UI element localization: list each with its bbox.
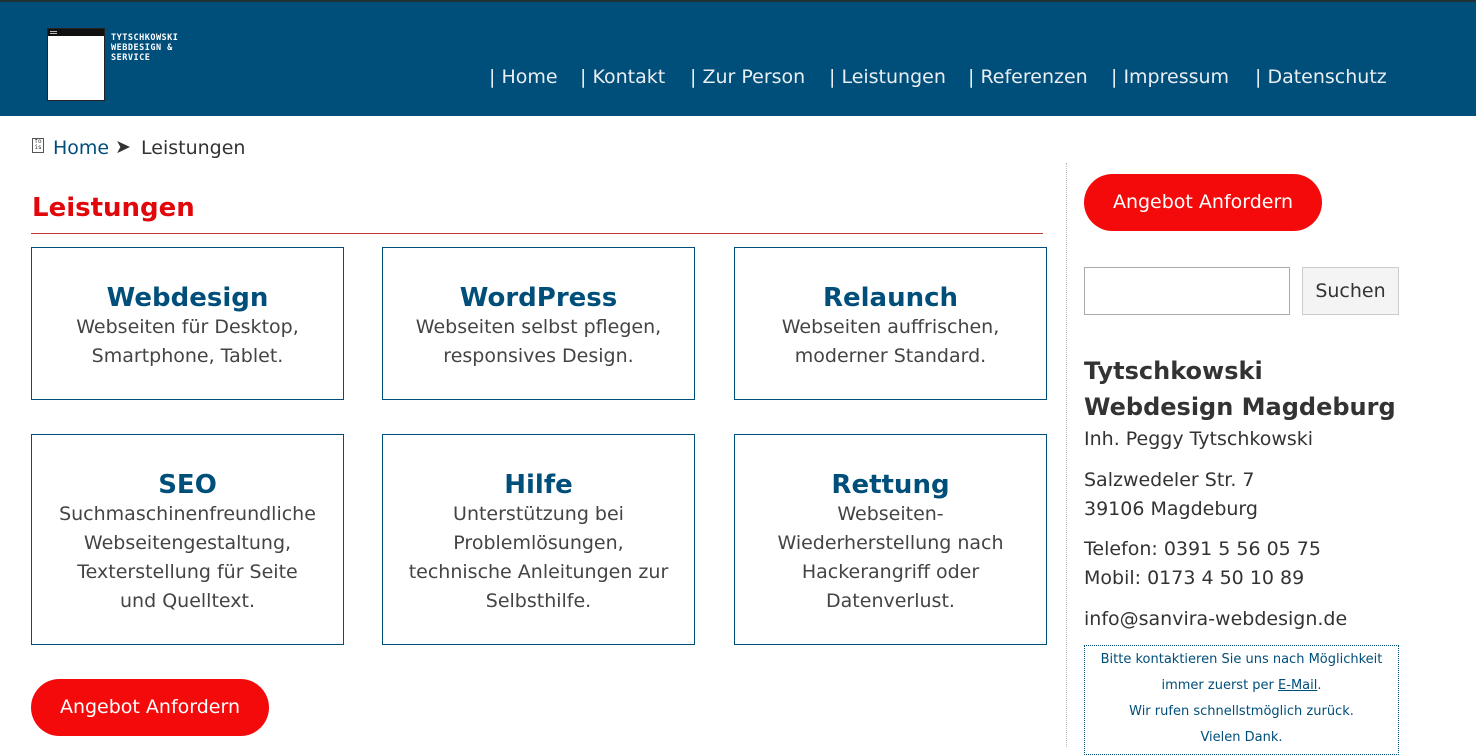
card-line: Selbsthilfe. — [485, 590, 592, 612]
logo-text[interactable]: TYTSCHKOWSKI WEBDESIGN & SERVICE — [111, 33, 178, 63]
card-line: Datenverlust. — [826, 590, 955, 612]
service-card-wordpress[interactable]: WordPress Webseiten selbst pflegen, resp… — [382, 247, 695, 400]
email-link[interactable]: E-Mail — [1278, 678, 1317, 693]
nav-item-impressum[interactable]: | Impressum — [1111, 66, 1229, 88]
company-name: Tytschkowski Webdesign Magdeburg — [1084, 353, 1396, 425]
mobile-number: Mobil: 0173 4 50 10 89 — [1084, 567, 1305, 589]
phone-number: Telefon: 0391 5 56 05 75 — [1084, 538, 1321, 560]
card-title[interactable]: WordPress — [383, 283, 694, 313]
card-line: Wiederherstellung nach — [777, 532, 1004, 554]
request-offer-button[interactable]: Angebot Anfordern — [31, 679, 269, 736]
card-line: technische Anleitungen zur — [408, 561, 669, 583]
address-city: 39106 Magdeburg — [1084, 498, 1258, 520]
breadcrumb-home-link[interactable]: Home — [53, 137, 109, 159]
card-line: Unterstützung bei — [453, 503, 624, 525]
card-title[interactable]: Hilfe — [383, 470, 694, 500]
card-title[interactable]: Webdesign — [32, 283, 343, 313]
service-card-rettung[interactable]: Rettung Webseiten- Wiederherstellung nac… — [734, 434, 1047, 645]
service-card-relaunch[interactable]: Relaunch Webseiten auffrischen, moderner… — [734, 247, 1047, 400]
nav-item-referenzen[interactable]: | Referenzen — [968, 66, 1088, 88]
title-divider — [31, 233, 1043, 234]
note-line: Wir rufen schnellstmöglich zurück. — [1129, 704, 1354, 719]
card-title[interactable]: SEO — [32, 470, 343, 500]
card-line: moderner Standard. — [794, 345, 987, 367]
owner-name: Inh. Peggy Tytschkowski — [1084, 428, 1314, 450]
nav-item-leistungen[interactable]: | Leistungen — [829, 66, 946, 88]
card-line: Suchmaschinenfreundliche — [59, 503, 316, 525]
email-address[interactable]: info@sanvira-webdesign.de — [1084, 605, 1347, 634]
search-input[interactable] — [1084, 267, 1290, 315]
breadcrumb-current: Leistungen — [141, 137, 246, 159]
nav-item-datenschutz[interactable]: | Datenschutz — [1255, 66, 1387, 88]
breadcrumb-home-icon: fo is — [32, 138, 44, 153]
card-line: Problemlösungen, — [453, 532, 624, 554]
note-text: immer zuerst per — [1161, 678, 1279, 693]
card-line: Smartphone, Tablet. — [91, 345, 284, 367]
site-header: TYTSCHKOWSKI WEBDESIGN & SERVICE | Home … — [0, 0, 1476, 116]
sidebar-divider — [1066, 163, 1067, 747]
nav-item-kontakt[interactable]: | Kontakt — [580, 66, 665, 88]
note-line: immer zuerst per E-Mail. — [1085, 673, 1398, 699]
card-line: Webseiten selbst pflegen, — [415, 316, 662, 338]
search-button[interactable]: Suchen — [1302, 267, 1399, 315]
contact-note: Bitte kontaktieren Sie uns nach Möglichk… — [1084, 645, 1399, 755]
card-line: Webseitengestaltung, — [83, 532, 292, 554]
logo-line: WEBDESIGN & — [111, 43, 173, 53]
note-line: Bitte kontaktieren Sie uns nach Möglichk… — [1100, 652, 1383, 667]
breadcrumb-separator-icon: ➤ — [115, 136, 131, 158]
card-line: Hackerangriff oder — [801, 561, 980, 583]
logo-image[interactable] — [47, 28, 105, 101]
card-line: Webseiten für Desktop, — [76, 316, 299, 338]
service-card-hilfe[interactable]: Hilfe Unterstützung bei Problemlösungen,… — [382, 434, 695, 645]
service-card-webdesign[interactable]: Webdesign Webseiten für Desktop, Smartph… — [31, 247, 344, 400]
company-name-line: Webdesign Magdeburg — [1084, 393, 1396, 421]
nav-item-home[interactable]: | Home — [489, 66, 558, 88]
card-line: Texterstellung für Seite — [77, 561, 298, 583]
note-line: Vielen Dank. — [1200, 730, 1283, 745]
card-title[interactable]: Rettung — [735, 470, 1046, 500]
logo-line: TYTSCHKOWSKI — [111, 33, 179, 43]
card-line: Webseiten auffrischen, — [781, 316, 1000, 338]
card-title[interactable]: Relaunch — [735, 283, 1046, 313]
card-line: und Quelltext. — [120, 590, 255, 612]
service-card-seo[interactable]: SEO Suchmaschinenfreundliche Webseitenge… — [31, 434, 344, 645]
page-title: Leistungen — [32, 193, 195, 223]
card-line: Webseiten- — [837, 503, 944, 525]
address-street: Salzwedeler Str. 7 — [1084, 469, 1255, 491]
card-line: responsives Design. — [443, 345, 634, 367]
nav-item-zur-person[interactable]: | Zur Person — [690, 66, 805, 88]
company-name-line: Tytschkowski — [1084, 357, 1263, 385]
logo-line: SERVICE — [111, 53, 151, 63]
note-text: . — [1317, 678, 1322, 693]
sidebar-request-offer-button[interactable]: Angebot Anfordern — [1084, 174, 1322, 231]
logo-bar — [48, 29, 104, 36]
